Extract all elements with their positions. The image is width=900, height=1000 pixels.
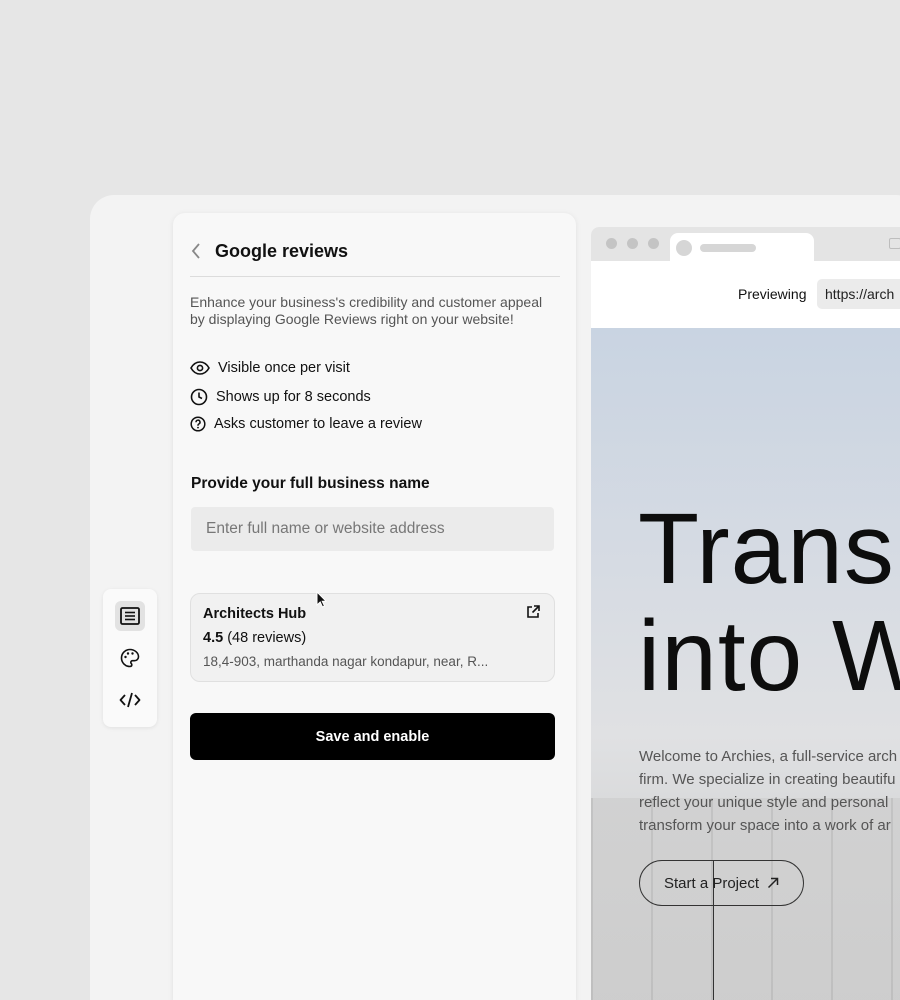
save-and-enable-button[interactable]: Save and enable [190, 713, 555, 760]
eye-icon [190, 361, 210, 375]
business-name-label: Provide your full business name [191, 475, 430, 492]
headline-line: into W [638, 600, 900, 712]
side-toolbar [103, 589, 157, 727]
window-dot [606, 238, 617, 249]
feature-label: Shows up for 8 seconds [216, 389, 371, 405]
url-field[interactable]: https://arch [817, 279, 900, 309]
lead-line: transform your space into a work of ar [639, 817, 891, 834]
feature-duration: Shows up for 8 seconds [190, 388, 371, 406]
business-rating: 4.5 (48 reviews) [203, 630, 306, 646]
palette-icon [120, 648, 140, 668]
hero-lead-text: Welcome to Archies, a full-service arch … [639, 745, 900, 837]
business-name: Architects Hub [203, 606, 307, 622]
lead-line: Welcome to Archies, a full-service arch [639, 748, 898, 765]
window-button[interactable] [889, 238, 900, 249]
business-result-card[interactable]: Architects Hub 4.5 (48 reviews) 18,4-903… [190, 593, 555, 682]
headline-line: Trans [638, 493, 895, 605]
content-icon [120, 607, 140, 625]
browser-tab[interactable] [670, 233, 814, 261]
content-tool-button[interactable] [115, 601, 145, 631]
hero-headline: Trans into W [638, 496, 900, 710]
rating-value: 4.5 [203, 630, 224, 646]
business-address: 18,4-903, marthanda nagar kondapur, near… [203, 654, 489, 669]
clock-icon [190, 388, 208, 406]
mouse-cursor-icon [316, 591, 328, 608]
page-title: Google reviews [215, 241, 349, 261]
style-tool-button[interactable] [115, 643, 145, 673]
settings-panel: Google reviews Enhance your business's c… [173, 213, 576, 1000]
panel-header: Google reviews [190, 239, 560, 277]
open-external-button[interactable] [526, 605, 540, 624]
window-dot [648, 238, 659, 249]
tab-favicon [676, 240, 692, 256]
back-button[interactable] [190, 239, 210, 263]
feature-review-request: Asks customer to leave a review [190, 416, 422, 432]
feature-label: Visible once per visit [218, 360, 350, 376]
feature-visibility: Visible once per visit [190, 360, 350, 376]
website-hero: Trans into W Welcome to Archies, a full-… [591, 328, 900, 1000]
browser-preview: Previewing https://arch Trans into W Wel… [591, 227, 900, 1000]
lead-line: firm. We specialize in creating beautifu [639, 771, 896, 788]
lead-line: reflect your unique style and personal [639, 794, 889, 811]
panel-description: Enhance your business's credibility and … [190, 294, 543, 327]
tab-title-placeholder [700, 244, 756, 252]
business-name-input[interactable] [191, 507, 554, 551]
question-circle-icon [190, 416, 206, 432]
cta-label: Start a Project [663, 874, 760, 892]
window-dot [627, 238, 638, 249]
chevron-left-icon [191, 243, 200, 259]
review-count: (48 reviews) [227, 630, 307, 646]
embed-code-tool-button[interactable] [115, 685, 145, 715]
browser-tab-bar [591, 227, 900, 261]
arrow-up-right-icon [767, 877, 779, 889]
code-icon [119, 692, 141, 708]
start-project-button[interactable]: Start a Project [639, 860, 804, 906]
feature-label: Asks customer to leave a review [214, 416, 422, 432]
previewing-label: Previewing [738, 286, 807, 302]
external-link-icon [527, 605, 540, 618]
